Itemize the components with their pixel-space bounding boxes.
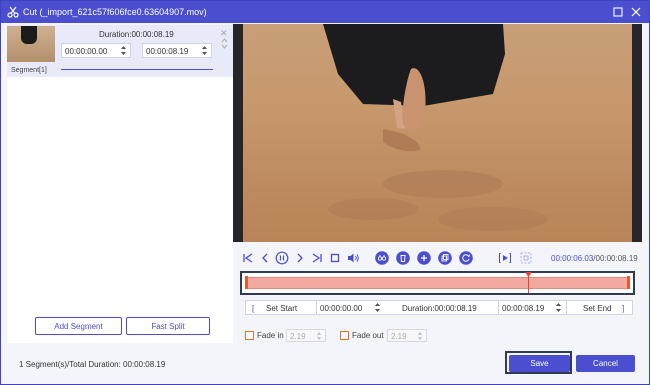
fade-in-checkbox[interactable] — [245, 331, 254, 340]
set-end-button[interactable]: Set End — [583, 304, 611, 313]
spinner-icon[interactable] — [201, 45, 208, 56]
set-start-bracket-icon: [ — [252, 304, 255, 313]
set-end-bracket-icon: ] — [622, 304, 625, 313]
playhead-marker-icon[interactable] — [524, 272, 532, 277]
set-start-button[interactable]: Set Start — [266, 304, 297, 313]
stop-icon[interactable] — [328, 251, 342, 265]
current-time: 00:00:06.03 — [551, 254, 594, 263]
trim-end-handle[interactable] — [627, 276, 630, 289]
fade-in-label: Fade in — [257, 331, 284, 340]
end-spinner-icon[interactable] — [555, 302, 562, 313]
trim-row: [ Set Start 00:00:00.00 Duration:00:00:0… — [245, 300, 633, 315]
total-time: /00:00:08.19 — [593, 254, 638, 263]
scissors-icon — [7, 6, 19, 18]
cut-window: Cut (_import_621c57f606fce0.63604907.mov… — [0, 0, 650, 385]
spinner-icon[interactable] — [316, 331, 322, 341]
save-button[interactable]: Save — [509, 355, 570, 372]
divider — [498, 300, 499, 315]
playback-timecode: 00:00:06.03/00:00:08.19 — [551, 254, 638, 263]
next-frame-icon[interactable] — [293, 251, 307, 265]
maximize-icon[interactable] — [611, 5, 625, 19]
chevron-up-icon[interactable] — [221, 38, 228, 43]
fade-in-field[interactable]: 2.19 — [286, 329, 326, 342]
end-time-input[interactable]: 00:00:08.19 — [502, 304, 544, 313]
divider — [316, 300, 317, 315]
start-spinner-icon[interactable] — [374, 302, 381, 313]
spinner-icon[interactable] — [120, 45, 127, 56]
close-icon[interactable] — [629, 5, 643, 19]
crop-view-icon[interactable] — [519, 251, 533, 265]
segment-thumbnail — [7, 26, 55, 62]
go-end-icon[interactable] — [310, 251, 324, 265]
trim-start-handle[interactable] — [245, 276, 248, 289]
segment-end-field[interactable]: 00:00:08.19 — [142, 43, 212, 58]
pause-icon[interactable] — [275, 251, 289, 265]
video-frame-image — [323, 24, 548, 231]
reset-icon[interactable] — [459, 251, 473, 265]
video-frame — [243, 24, 632, 242]
trim-duration: Duration:00:00:08.19 — [402, 304, 477, 313]
volume-icon[interactable] — [346, 251, 360, 265]
previous-frame-icon[interactable] — [258, 251, 272, 265]
status-summary: 1 Segment(s)/Total Duration: 00:00:08.19 — [19, 360, 166, 369]
segment-progress-line — [61, 69, 213, 70]
trim-timeline[interactable] — [240, 271, 635, 295]
segment-duration: Duration:00:00:08.19 — [99, 30, 174, 39]
title-bar: Cut (_import_621c57f606fce0.63604907.mov… — [1, 1, 649, 23]
spinner-icon[interactable] — [417, 331, 423, 341]
chevron-down-icon[interactable] — [221, 44, 228, 49]
segment-start-field[interactable]: 00:00:00.00 — [61, 43, 131, 58]
segment-panel: Duration:00:00:08.19 00:00:00.00 00:00:0… — [7, 25, 233, 343]
go-start-icon[interactable] — [241, 251, 255, 265]
play-selection-icon[interactable] — [498, 251, 512, 265]
copy-segment-icon[interactable] — [438, 251, 452, 265]
divider — [566, 300, 567, 315]
fast-split-button[interactable]: Fast Split — [126, 317, 210, 335]
split-segment-icon[interactable] — [375, 251, 389, 265]
fade-out-field[interactable]: 2.19 — [387, 329, 427, 342]
add-icon[interactable] — [417, 251, 431, 265]
add-segment-button[interactable]: Add Segment — [35, 317, 122, 335]
segment-card[interactable]: Duration:00:00:08.19 00:00:00.00 00:00:0… — [7, 25, 233, 77]
segment-label: Segment[1] — [11, 67, 47, 74]
cancel-button[interactable]: Cancel — [576, 355, 635, 372]
video-preview — [233, 24, 642, 242]
delete-segment-icon[interactable] — [396, 251, 410, 265]
fade-out-label: Fade out — [352, 331, 384, 340]
playhead[interactable] — [524, 272, 532, 293]
selected-range[interactable] — [246, 277, 629, 289]
start-time-input[interactable]: 00:00:00.00 — [320, 304, 362, 313]
window-title: Cut (_import_621c57f606fce0.63604907.mov… — [23, 7, 207, 17]
fade-out-checkbox[interactable] — [340, 331, 349, 340]
